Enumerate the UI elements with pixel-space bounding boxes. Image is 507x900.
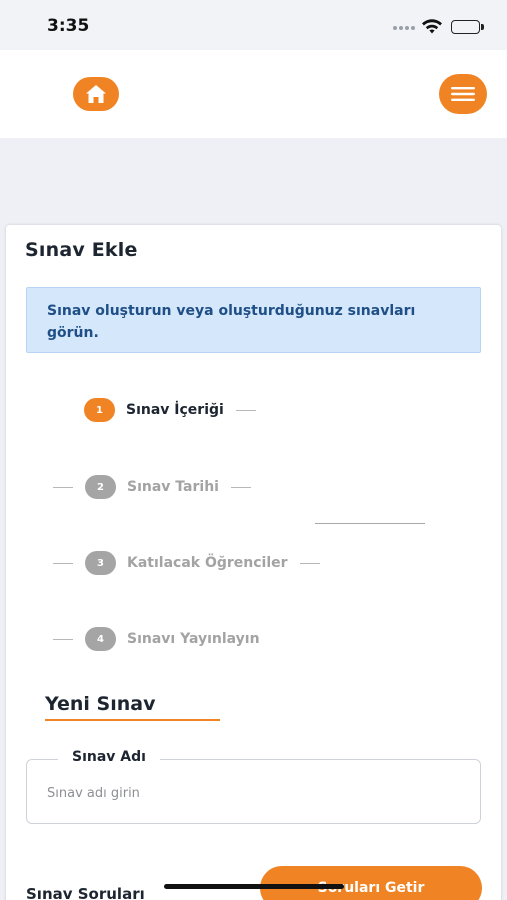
home-icon	[86, 85, 106, 103]
step-connector	[53, 486, 73, 488]
app-header	[0, 50, 507, 138]
step-number-badge: 4	[85, 627, 116, 651]
exam-name-input[interactable]	[47, 782, 457, 804]
divider	[315, 523, 425, 524]
hamburger-menu-icon	[451, 87, 475, 101]
step-number-badge: 3	[85, 551, 116, 575]
step-1[interactable]: 1 Sınav İçeriği	[84, 396, 256, 424]
step-connector	[53, 562, 73, 564]
home-indicator	[164, 884, 344, 889]
step-connector	[235, 409, 256, 411]
wifi-icon	[422, 19, 442, 34]
cellular-signal-icon	[393, 26, 415, 30]
step-3[interactable]: 3 Katılacak Öğrenciler	[53, 549, 320, 577]
step-label: Sınavı Yayınlayın	[127, 631, 260, 647]
exam-name-field	[26, 759, 481, 824]
step-4[interactable]: 4 Sınavı Yayınlayın	[53, 625, 272, 653]
status-time: 3:35	[47, 16, 90, 36]
exam-questions-label: Sınav Soruları	[26, 885, 145, 900]
step-number-badge: 1	[84, 398, 115, 422]
menu-button[interactable]	[439, 74, 487, 114]
new-exam-heading: Yeni Sınav	[45, 693, 156, 715]
heading-underline	[45, 719, 220, 721]
info-alert: Sınav oluşturun veya oluşturduğunuz sına…	[26, 287, 481, 353]
step-2[interactable]: 2 Sınav Tarihi	[53, 473, 251, 501]
exam-card: Sınav Ekle Sınav oluşturun veya oluşturd…	[6, 225, 501, 900]
step-label: Katılacak Öğrenciler	[127, 555, 288, 571]
step-connector	[299, 562, 320, 564]
home-button[interactable]	[73, 77, 119, 111]
step-connector	[53, 638, 73, 640]
step-connector	[230, 486, 251, 488]
step-number-badge: 2	[85, 475, 116, 499]
step-label: Sınav Tarihi	[127, 479, 219, 495]
page-title: Sınav Ekle	[25, 239, 138, 261]
step-label: Sınav İçeriği	[126, 402, 224, 418]
exam-name-label: Sınav Adı	[58, 749, 160, 765]
battery-icon	[451, 20, 484, 34]
fetch-questions-button[interactable]: Soruları Getir	[260, 866, 482, 900]
status-bar: 3:35	[0, 0, 507, 50]
